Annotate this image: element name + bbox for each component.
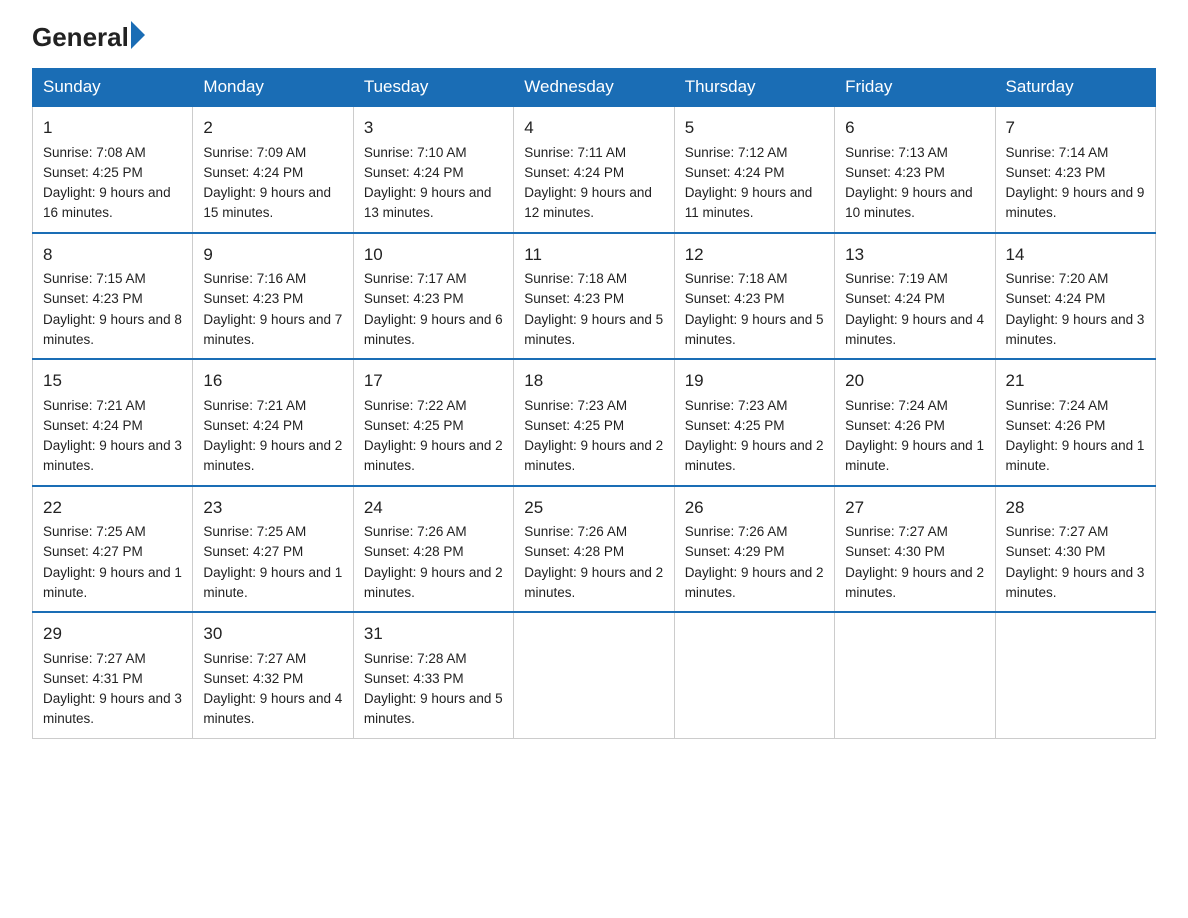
day-number: 7 [1006,115,1145,141]
day-number: 19 [685,368,824,394]
col-header-friday: Friday [835,69,995,107]
day-number: 18 [524,368,663,394]
col-header-sunday: Sunday [33,69,193,107]
day-number: 30 [203,621,342,647]
calendar-table: SundayMondayTuesdayWednesdayThursdayFrid… [32,68,1156,739]
day-number: 29 [43,621,182,647]
calendar-header-row: SundayMondayTuesdayWednesdayThursdayFrid… [33,69,1156,107]
calendar-cell [674,612,834,738]
day-number: 12 [685,242,824,268]
calendar-cell: 7Sunrise: 7:14 AMSunset: 4:23 PMDaylight… [995,106,1155,233]
day-number: 26 [685,495,824,521]
logo: General [32,24,145,50]
calendar-cell: 18Sunrise: 7:23 AMSunset: 4:25 PMDayligh… [514,359,674,486]
calendar-cell: 22Sunrise: 7:25 AMSunset: 4:27 PMDayligh… [33,486,193,613]
day-number: 11 [524,242,663,268]
calendar-cell: 21Sunrise: 7:24 AMSunset: 4:26 PMDayligh… [995,359,1155,486]
day-number: 6 [845,115,984,141]
calendar-cell: 4Sunrise: 7:11 AMSunset: 4:24 PMDaylight… [514,106,674,233]
day-number: 3 [364,115,503,141]
calendar-cell: 13Sunrise: 7:19 AMSunset: 4:24 PMDayligh… [835,233,995,360]
col-header-monday: Monday [193,69,353,107]
calendar-cell: 14Sunrise: 7:20 AMSunset: 4:24 PMDayligh… [995,233,1155,360]
week-row-4: 22Sunrise: 7:25 AMSunset: 4:27 PMDayligh… [33,486,1156,613]
week-row-5: 29Sunrise: 7:27 AMSunset: 4:31 PMDayligh… [33,612,1156,738]
calendar-cell: 23Sunrise: 7:25 AMSunset: 4:27 PMDayligh… [193,486,353,613]
calendar-cell: 15Sunrise: 7:21 AMSunset: 4:24 PMDayligh… [33,359,193,486]
day-number: 9 [203,242,342,268]
calendar-cell [835,612,995,738]
page-header: General [32,24,1156,50]
calendar-cell: 28Sunrise: 7:27 AMSunset: 4:30 PMDayligh… [995,486,1155,613]
calendar-cell: 3Sunrise: 7:10 AMSunset: 4:24 PMDaylight… [353,106,513,233]
calendar-cell: 31Sunrise: 7:28 AMSunset: 4:33 PMDayligh… [353,612,513,738]
calendar-cell: 26Sunrise: 7:26 AMSunset: 4:29 PMDayligh… [674,486,834,613]
day-number: 1 [43,115,182,141]
calendar-cell: 11Sunrise: 7:18 AMSunset: 4:23 PMDayligh… [514,233,674,360]
day-number: 10 [364,242,503,268]
logo-general: General [32,24,129,50]
day-number: 24 [364,495,503,521]
day-number: 25 [524,495,663,521]
week-row-2: 8Sunrise: 7:15 AMSunset: 4:23 PMDaylight… [33,233,1156,360]
calendar-cell: 19Sunrise: 7:23 AMSunset: 4:25 PMDayligh… [674,359,834,486]
day-number: 20 [845,368,984,394]
calendar-cell: 27Sunrise: 7:27 AMSunset: 4:30 PMDayligh… [835,486,995,613]
day-number: 31 [364,621,503,647]
calendar-cell: 5Sunrise: 7:12 AMSunset: 4:24 PMDaylight… [674,106,834,233]
day-number: 28 [1006,495,1145,521]
col-header-thursday: Thursday [674,69,834,107]
logo-arrow-icon [131,21,145,49]
day-number: 22 [43,495,182,521]
calendar-cell: 17Sunrise: 7:22 AMSunset: 4:25 PMDayligh… [353,359,513,486]
day-number: 17 [364,368,503,394]
calendar-cell: 9Sunrise: 7:16 AMSunset: 4:23 PMDaylight… [193,233,353,360]
day-number: 5 [685,115,824,141]
day-number: 8 [43,242,182,268]
day-number: 2 [203,115,342,141]
day-number: 14 [1006,242,1145,268]
calendar-cell: 29Sunrise: 7:27 AMSunset: 4:31 PMDayligh… [33,612,193,738]
calendar-cell: 8Sunrise: 7:15 AMSunset: 4:23 PMDaylight… [33,233,193,360]
day-number: 16 [203,368,342,394]
day-number: 13 [845,242,984,268]
calendar-cell: 25Sunrise: 7:26 AMSunset: 4:28 PMDayligh… [514,486,674,613]
day-number: 15 [43,368,182,394]
week-row-1: 1Sunrise: 7:08 AMSunset: 4:25 PMDaylight… [33,106,1156,233]
calendar-cell: 6Sunrise: 7:13 AMSunset: 4:23 PMDaylight… [835,106,995,233]
calendar-cell [995,612,1155,738]
calendar-cell: 24Sunrise: 7:26 AMSunset: 4:28 PMDayligh… [353,486,513,613]
calendar-cell: 2Sunrise: 7:09 AMSunset: 4:24 PMDaylight… [193,106,353,233]
calendar-cell: 12Sunrise: 7:18 AMSunset: 4:23 PMDayligh… [674,233,834,360]
day-number: 21 [1006,368,1145,394]
col-header-saturday: Saturday [995,69,1155,107]
calendar-cell: 30Sunrise: 7:27 AMSunset: 4:32 PMDayligh… [193,612,353,738]
calendar-cell: 20Sunrise: 7:24 AMSunset: 4:26 PMDayligh… [835,359,995,486]
day-number: 23 [203,495,342,521]
week-row-3: 15Sunrise: 7:21 AMSunset: 4:24 PMDayligh… [33,359,1156,486]
calendar-cell: 1Sunrise: 7:08 AMSunset: 4:25 PMDaylight… [33,106,193,233]
calendar-cell [514,612,674,738]
col-header-tuesday: Tuesday [353,69,513,107]
col-header-wednesday: Wednesday [514,69,674,107]
day-number: 4 [524,115,663,141]
calendar-cell: 10Sunrise: 7:17 AMSunset: 4:23 PMDayligh… [353,233,513,360]
day-number: 27 [845,495,984,521]
calendar-cell: 16Sunrise: 7:21 AMSunset: 4:24 PMDayligh… [193,359,353,486]
